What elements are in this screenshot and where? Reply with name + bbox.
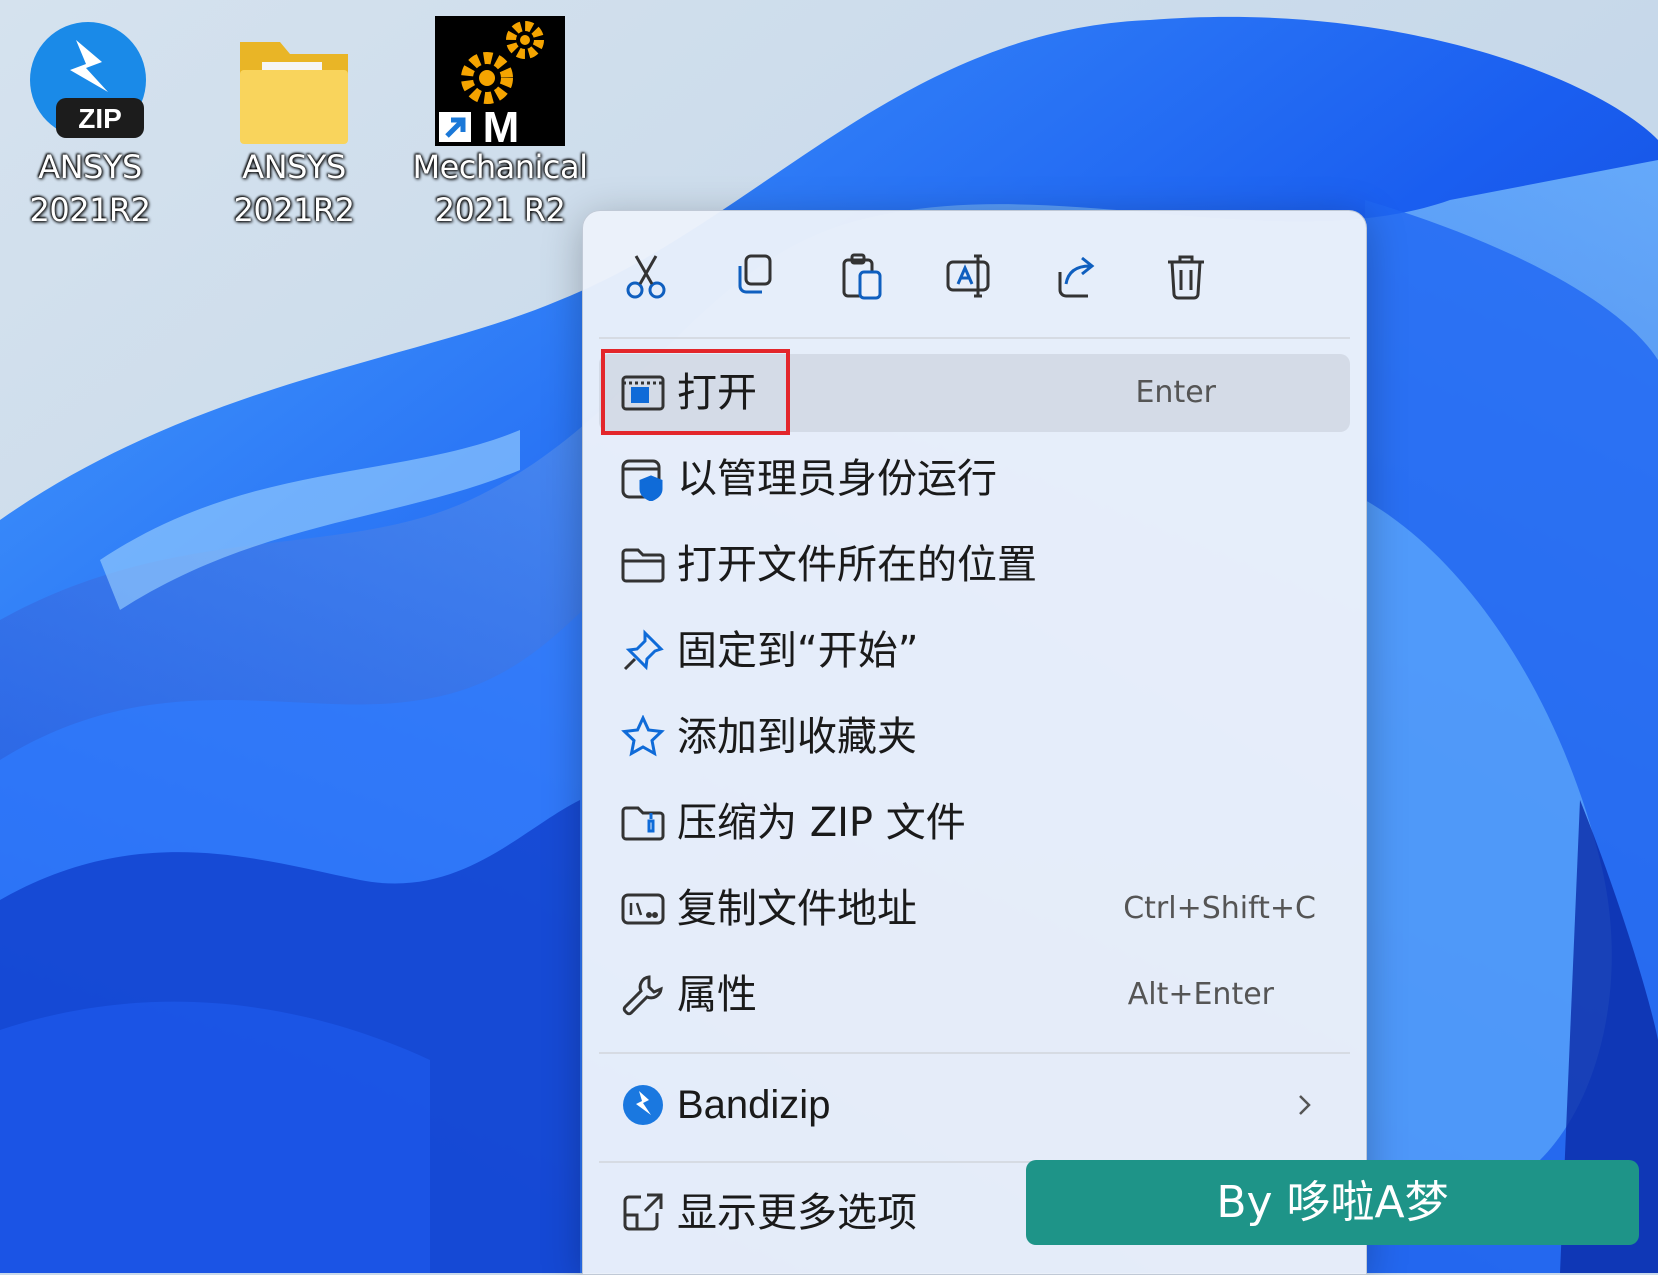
share-icon xyxy=(1058,256,1095,298)
run-as-admin-icon xyxy=(621,459,663,502)
share-button[interactable] xyxy=(1045,243,1111,309)
more-options-icon xyxy=(623,1193,663,1231)
delete-button[interactable] xyxy=(1153,243,1219,309)
menu-separator xyxy=(599,1052,1350,1054)
zip-badge-text: ZIP xyxy=(78,103,122,134)
menu-item-open-file-location[interactable]: 打开文件所在的位置 xyxy=(599,526,1350,604)
desktop-icon-mechanical[interactable]: M Mechanical 2021 R2 xyxy=(410,16,590,232)
menu-item-bandizip[interactable]: Bandizip xyxy=(599,1066,1350,1144)
menu-item-label: 复制文件地址 xyxy=(677,886,917,932)
zip-folder-icon xyxy=(621,806,665,841)
wrench-icon xyxy=(622,975,663,1016)
toolbar-separator xyxy=(599,337,1350,339)
menu-item-label: 添加到收藏夹 xyxy=(677,714,917,760)
star-icon xyxy=(621,714,665,757)
cut-icon xyxy=(626,255,666,299)
menu-item-add-to-favorites[interactable]: 添加到收藏夹 xyxy=(599,698,1350,776)
menu-item-compress-zip[interactable]: 压缩为 ZIP 文件 xyxy=(599,784,1350,862)
delete-icon xyxy=(1168,255,1204,300)
menu-item-copy-path[interactable]: 复制文件地址 Ctrl+Shift+C xyxy=(599,870,1350,948)
author-watermark: By 哆啦A梦 xyxy=(1026,1160,1639,1245)
menu-item-label: Bandizip xyxy=(677,1083,831,1127)
menu-item-label: 压缩为 ZIP 文件 xyxy=(677,800,966,846)
desktop-icon-label: ANSYS 2021R2 xyxy=(29,148,151,229)
copy-button[interactable] xyxy=(721,243,787,309)
rename-button[interactable] xyxy=(937,243,1003,309)
bandizip-icon xyxy=(623,1085,663,1125)
rename-icon xyxy=(946,254,990,298)
cut-button[interactable] xyxy=(613,243,679,309)
menu-item-label: 固定到“开始” xyxy=(677,628,919,674)
context-menu-toolbar xyxy=(583,211,1366,337)
paste-button[interactable] xyxy=(829,243,895,309)
bandizip-zip-icon: ZIP xyxy=(30,22,146,138)
menu-item-shortcut: Enter xyxy=(1135,375,1216,410)
desktop-icon-label: ANSYS 2021R2 xyxy=(233,148,355,229)
menu-item-pin-to-start[interactable]: 固定到“开始” xyxy=(599,612,1350,690)
menu-item-shortcut: Ctrl+Shift+C xyxy=(1123,891,1316,926)
mechanical-m-glyph: M xyxy=(483,103,520,146)
menu-item-run-as-admin[interactable]: 以管理员身份运行 xyxy=(599,440,1350,518)
folder-outline-icon xyxy=(621,548,665,583)
desktop-icon-ansys-zip[interactable]: ZIP ANSYS 2021R2 xyxy=(0,22,180,232)
menu-item-label: 打开文件所在的位置 xyxy=(677,542,1037,588)
folder-icon xyxy=(240,42,348,144)
chevron-right-icon xyxy=(1299,1095,1311,1115)
menu-item-properties[interactable]: 属性 Alt+Enter xyxy=(599,956,1350,1034)
menu-item-label: 属性 xyxy=(677,972,757,1018)
highlight-annotation-box xyxy=(601,349,790,435)
pin-icon xyxy=(623,629,664,671)
paste-icon xyxy=(842,253,882,300)
mechanical-shortcut-icon: M xyxy=(435,16,565,146)
desktop-icon-ansys-folder[interactable]: ANSYS 2021R2 xyxy=(204,22,384,232)
menu-item-shortcut: Alt+Enter xyxy=(1127,977,1274,1012)
menu-item-label: 显示更多选项 xyxy=(677,1190,917,1236)
desktop-icon-label: Mechanical 2021 R2 xyxy=(412,148,588,229)
menu-item-label: 以管理员身份运行 xyxy=(677,456,997,502)
copy-path-icon xyxy=(621,893,665,925)
copy-icon xyxy=(738,254,772,294)
